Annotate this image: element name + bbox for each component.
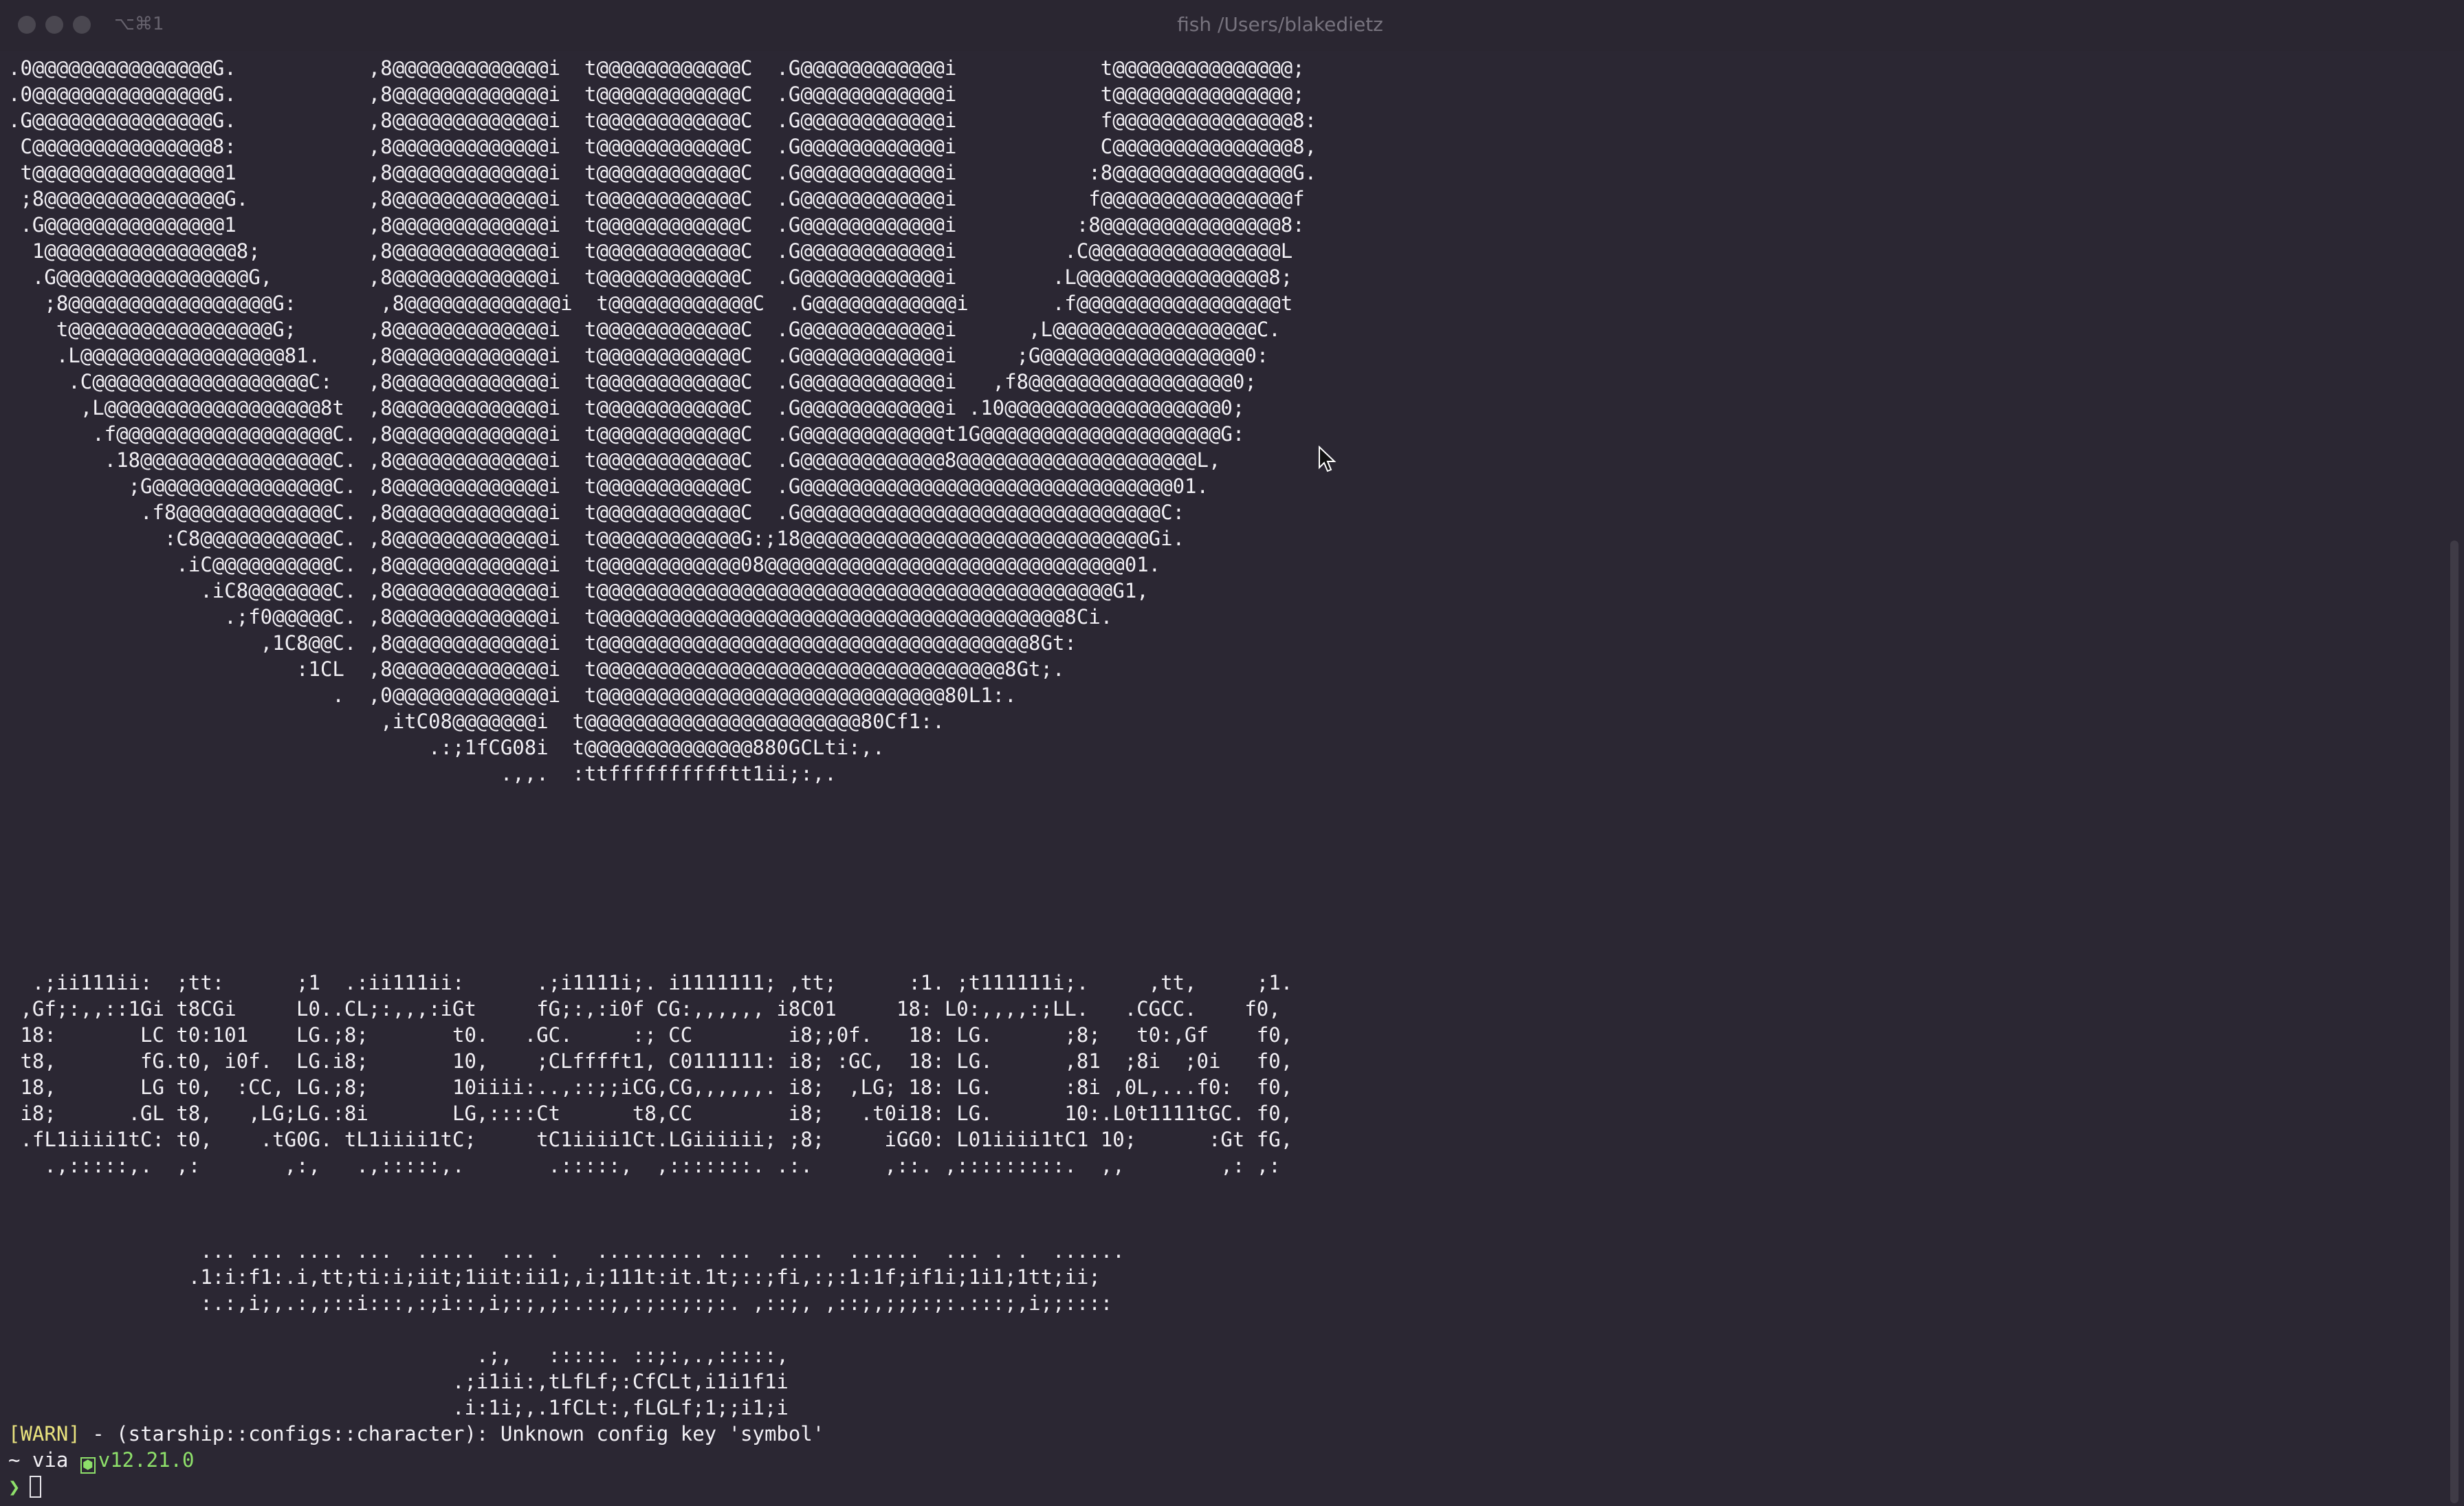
ascii-art-logo: .0@@@@@@@@@@@@@@@G. ,8@@@@@@@@@@@@@i t@@… bbox=[8, 56, 1317, 785]
terminal-window: ⌥⌘1 fish /Users/blakedietz .0@@@@@@@@@@@… bbox=[0, 0, 2464, 1506]
prompt-caret: ❯ bbox=[8, 1475, 21, 1498]
ascii-art-small: ... ... .... ... ..... ... . ......... .… bbox=[188, 1239, 1125, 1419]
terminal-output[interactable]: .0@@@@@@@@@@@@@@@G. ,8@@@@@@@@@@@@@i t@@… bbox=[8, 55, 2435, 1499]
command-prompt[interactable]: ❯ bbox=[8, 1474, 2435, 1499]
warn-text: - (starship::configs::character): Unknow… bbox=[80, 1422, 825, 1445]
scrollbar[interactable] bbox=[2450, 541, 2458, 1503]
warn-tag: [WARN] bbox=[8, 1422, 80, 1445]
text-cursor bbox=[30, 1476, 42, 1498]
warning-line: [WARN] - (starship::configs::character):… bbox=[8, 1421, 2435, 1447]
nodejs-icon: ⬢ bbox=[80, 1457, 96, 1474]
prompt-info-line: ~ via ⬢ v12.21.0 bbox=[8, 1447, 2435, 1474]
prompt-directory: ~ via bbox=[8, 1448, 80, 1472]
title-bar[interactable]: ⌥⌘1 fish /Users/blakedietz bbox=[0, 0, 2464, 51]
mouse-pointer-icon bbox=[1319, 446, 1336, 472]
node-version: v12.21.0 bbox=[98, 1448, 195, 1472]
window-title: fish /Users/blakedietz bbox=[1177, 13, 1383, 36]
ascii-art-name: .;ii111ii: ;tt: ;1 .:ii111ii: .;i1111i;.… bbox=[20, 971, 1293, 1177]
